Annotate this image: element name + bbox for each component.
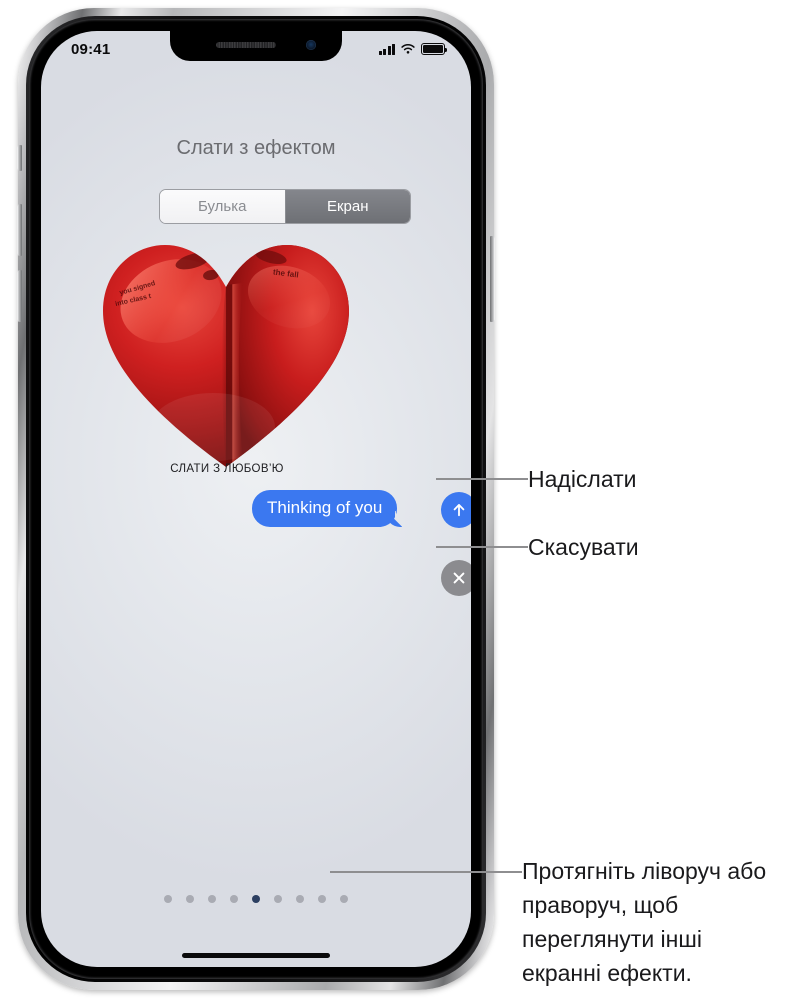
- status-indicators: [378, 43, 448, 55]
- page-dot[interactable]: [318, 895, 326, 903]
- message-bubble[interactable]: Thinking of you: [252, 490, 406, 527]
- phone-screen: 09:41 Слати з ефектом Булька Екран you s…: [41, 31, 471, 967]
- leader-line-swipe: [330, 871, 522, 873]
- notch: [170, 31, 342, 61]
- page-dot[interactable]: [208, 895, 216, 903]
- earpiece-speaker-icon: [216, 42, 276, 48]
- callout-swipe-label: Протягніть ліворуч або праворуч, щоб пер…: [522, 858, 767, 986]
- volume-down-button[interactable]: [17, 270, 22, 322]
- wifi-icon: [401, 44, 415, 54]
- segment-screen[interactable]: Екран: [284, 190, 410, 223]
- signal-bars-icon: [378, 43, 395, 55]
- page-dot-active[interactable]: [252, 895, 260, 903]
- silent-switch[interactable]: [17, 145, 22, 171]
- leader-line-send: [436, 478, 528, 480]
- volume-up-button[interactable]: [17, 204, 22, 256]
- status-time: 09:41: [71, 40, 111, 58]
- callout-cancel-label: Скасувати: [528, 534, 639, 560]
- page-dot[interactable]: [230, 895, 238, 903]
- front-camera-icon: [306, 40, 316, 50]
- cancel-button[interactable]: [441, 560, 471, 596]
- home-indicator[interactable]: [182, 953, 330, 958]
- page-dot[interactable]: [186, 895, 194, 903]
- page-title: Слати з ефектом: [176, 137, 336, 159]
- battery-full-icon: [421, 43, 448, 55]
- page-dots[interactable]: [41, 895, 471, 903]
- send-button[interactable]: [441, 492, 471, 528]
- side-button[interactable]: [490, 236, 495, 322]
- leader-line-cancel: [436, 546, 528, 548]
- segment-bubble[interactable]: Булька: [160, 190, 285, 223]
- page-dot[interactable]: [296, 895, 304, 903]
- effect-type-segmented-control[interactable]: Булька Екран: [159, 189, 411, 224]
- heart-icon: [103, 245, 349, 467]
- page-dot[interactable]: [164, 895, 172, 903]
- heart-effect-graphic: you signed into class t the fall: [93, 227, 359, 479]
- close-x-icon: [453, 572, 465, 584]
- callout-send-label: Надіслати: [528, 466, 637, 492]
- effect-caption: СЛАТИ З ЛЮБОВ’Ю: [170, 463, 284, 475]
- phone-device: 09:41 Слати з ефектом Булька Екран you s…: [17, 8, 495, 990]
- arrow-up-icon: [453, 504, 465, 517]
- page-dot[interactable]: [274, 895, 282, 903]
- page-dot[interactable]: [340, 895, 348, 903]
